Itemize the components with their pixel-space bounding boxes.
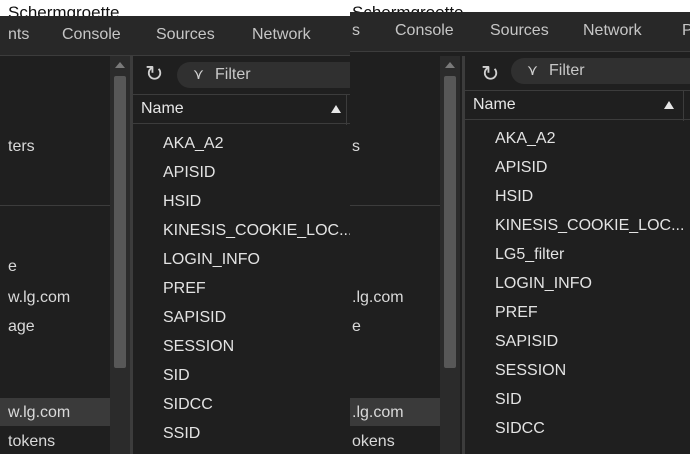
sort-ascending-icon bbox=[664, 101, 674, 109]
cookie-row[interactable]: PREF bbox=[465, 298, 690, 327]
cookie-row[interactable]: SID bbox=[465, 385, 690, 414]
name-column-header[interactable]: Name bbox=[133, 94, 350, 125]
cookie-row[interactable]: APISID bbox=[133, 158, 350, 187]
scrollbar-thumb[interactable] bbox=[444, 76, 456, 368]
sidebar-item-6[interactable]: tokens bbox=[8, 433, 55, 451]
sidebar-item-3[interactable]: w.lg.com bbox=[8, 289, 70, 307]
cookie-row[interactable]: SID bbox=[133, 361, 350, 390]
cookie-row[interactable]: SSID bbox=[133, 419, 350, 448]
filter-icon: ⋎ bbox=[193, 66, 204, 83]
tab-console[interactable]: Console bbox=[62, 26, 121, 44]
filter-input[interactable]: ⋎ Filter bbox=[511, 58, 690, 84]
cookie-row[interactable]: HSID bbox=[133, 187, 350, 216]
cookie-toolbar: ↻ ⋎ Filter bbox=[133, 56, 350, 94]
cookie-table-pane: ↻ ⋎ Filter Name AKA_A2 APISID HSID KINES… bbox=[462, 56, 690, 454]
cookie-row[interactable]: PREF bbox=[133, 274, 350, 303]
sidebar-divider bbox=[350, 205, 440, 206]
sidebar-item-3[interactable]: e bbox=[352, 318, 361, 336]
name-column-header[interactable]: Name bbox=[465, 90, 690, 121]
sidebar-item-4[interactable]: .lg.com bbox=[352, 404, 404, 422]
sort-ascending-icon bbox=[331, 105, 341, 113]
tab-sources[interactable]: Sources bbox=[156, 26, 215, 44]
sidebar-item-5[interactable]: okens bbox=[352, 433, 395, 451]
cookie-row[interactable]: SIDCC bbox=[465, 414, 690, 443]
cookie-list: AKA_A2 APISID HSID KINESIS_COOKIE_LOC...… bbox=[133, 129, 350, 448]
column-separator[interactable] bbox=[683, 91, 684, 121]
cookie-row[interactable]: SESSION bbox=[133, 332, 350, 361]
devtools-left-window: Schermgroette nts Console Sources Networ… bbox=[0, 0, 350, 454]
devtools-tabbar: nts Console Sources Network bbox=[0, 16, 350, 56]
sidebar-scrollbar[interactable] bbox=[110, 56, 130, 454]
scroll-up-icon[interactable] bbox=[115, 62, 125, 68]
scroll-up-icon[interactable] bbox=[445, 62, 455, 68]
filter-icon: ⋎ bbox=[527, 62, 538, 79]
tab-console[interactable]: Console bbox=[395, 22, 454, 40]
filter-placeholder: Filter bbox=[549, 62, 585, 79]
application-sidebar: s .lg.com e .lg.com okens bbox=[350, 56, 440, 454]
tab-network[interactable]: Network bbox=[583, 22, 642, 40]
window-title: Schermgroette bbox=[0, 0, 350, 16]
refresh-icon[interactable]: ↻ bbox=[481, 61, 499, 87]
cookie-row[interactable]: KINESIS_COOKIE_LOC... bbox=[465, 211, 690, 240]
cookie-row[interactable]: SAPISID bbox=[133, 303, 350, 332]
devtools-right-window: Schermgroette s Console Sources Network … bbox=[350, 0, 690, 454]
cookie-row[interactable]: APISID bbox=[465, 153, 690, 182]
sidebar-item-2[interactable]: .lg.com bbox=[352, 289, 404, 307]
refresh-icon[interactable]: ↻ bbox=[145, 61, 163, 87]
sidebar-item-1[interactable]: ters bbox=[8, 138, 35, 156]
cookie-toolbar: ↻ ⋎ Filter bbox=[465, 56, 690, 94]
cookie-row[interactable]: SAPISID bbox=[465, 327, 690, 356]
sidebar-divider bbox=[0, 205, 110, 206]
cookie-row[interactable]: SIDCC bbox=[133, 390, 350, 419]
filter-placeholder: Filter bbox=[215, 66, 251, 83]
sidebar-scrollbar[interactable] bbox=[440, 56, 460, 454]
cookie-row[interactable]: AKA_A2 bbox=[465, 124, 690, 153]
cookie-row[interactable]: SESSION bbox=[465, 356, 690, 385]
name-column-label: Name bbox=[473, 96, 516, 113]
sidebar-item-1[interactable]: s bbox=[352, 138, 360, 156]
cookie-table-pane: ↻ ⋎ Filter Name AKA_A2 APISID HSID KINES… bbox=[130, 56, 350, 454]
tab-elements[interactable]: s bbox=[352, 22, 360, 40]
tab-elements[interactable]: nts bbox=[8, 26, 29, 44]
devtools-tabbar: s Console Sources Network P bbox=[350, 12, 690, 52]
tab-performance[interactable]: P bbox=[682, 22, 690, 40]
sidebar-item-4[interactable]: age bbox=[8, 318, 35, 336]
name-column-label: Name bbox=[141, 100, 184, 117]
tab-sources[interactable]: Sources bbox=[490, 22, 549, 40]
cookie-row[interactable]: AKA_A2 bbox=[133, 129, 350, 158]
scrollbar-thumb[interactable] bbox=[114, 76, 126, 368]
cookie-row[interactable]: HSID bbox=[465, 182, 690, 211]
cookie-list: AKA_A2 APISID HSID KINESIS_COOKIE_LOC...… bbox=[465, 124, 690, 443]
application-sidebar: ters e w.lg.com age w.lg.com tokens bbox=[0, 56, 110, 454]
sidebar-item-2[interactable]: e bbox=[8, 258, 17, 276]
filter-input[interactable]: ⋎ Filter bbox=[177, 62, 350, 88]
sidebar-item-5[interactable]: w.lg.com bbox=[8, 404, 70, 422]
cookie-row[interactable]: LG5_filter bbox=[465, 240, 690, 269]
tab-network[interactable]: Network bbox=[252, 26, 311, 44]
cookie-row[interactable]: KINESIS_COOKIE_LOC... bbox=[133, 216, 350, 245]
column-separator[interactable] bbox=[346, 95, 347, 125]
cookie-row[interactable]: LOGIN_INFO bbox=[133, 245, 350, 274]
cookie-row[interactable]: LOGIN_INFO bbox=[465, 269, 690, 298]
